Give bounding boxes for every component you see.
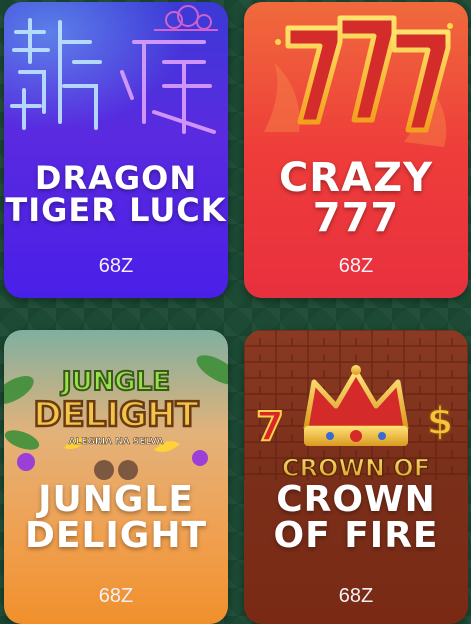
- game-card-dragon-tiger-luck[interactable]: DRAGON TIGER LUCK 68Z: [4, 2, 228, 298]
- crown-of-fire-logo: CROWN OF: [282, 454, 430, 482]
- game-price: 68Z: [338, 585, 374, 607]
- game-title: CROWN OF FIRE: [273, 479, 439, 556]
- game-price: 68Z: [98, 255, 134, 277]
- dragon-tiger-artwork: [4, 2, 228, 298]
- game-card-crazy-777[interactable]: CRAZY 777 68Z: [244, 2, 468, 298]
- svg-text:DELIGHT: DELIGHT: [33, 395, 199, 435]
- game-card-jungle-delight[interactable]: JUNGLE DELIGHT ALEGRIA NA SELVA JUNGLE D…: [4, 330, 228, 624]
- game-title: CRAZY 777: [278, 155, 434, 241]
- game-title: DRAGON TIGER LUCK: [5, 159, 227, 229]
- crazy-777-artwork: [244, 2, 468, 298]
- game-title: JUNGLE DELIGHT: [24, 479, 208, 556]
- svg-text:JUNGLE: JUNGLE: [60, 367, 170, 397]
- game-card-crown-of-fire[interactable]: 7 $ CROWN OF CROWN OF FIRE 68Z: [244, 330, 468, 624]
- svg-text:7: 7: [256, 404, 284, 450]
- jungle-delight-artwork: JUNGLE DELIGHT ALEGRIA NA SELVA: [4, 330, 228, 624]
- game-price: 68Z: [98, 585, 134, 607]
- game-price: 68Z: [338, 255, 374, 277]
- svg-text:$: $: [427, 399, 453, 443]
- crown-of-fire-artwork: 7 $ CROWN OF: [244, 330, 468, 624]
- svg-text:ALEGRIA NA SELVA: ALEGRIA NA SELVA: [69, 437, 164, 447]
